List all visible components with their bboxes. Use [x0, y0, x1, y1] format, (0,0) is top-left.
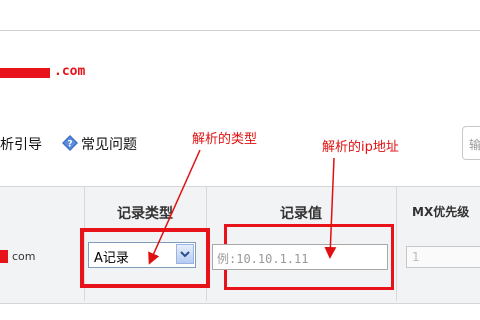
annotation-ip-address: 解析的ip地址 [322, 140, 399, 155]
search-input[interactable]: 输 [462, 126, 480, 160]
svg-text:?: ? [67, 140, 72, 150]
redacted-domain-name [0, 68, 50, 78]
top-divider [0, 30, 480, 31]
chevron-down-icon[interactable] [176, 244, 194, 264]
chevron-down-icon [180, 251, 190, 258]
mx-priority-input[interactable]: 1 [406, 246, 480, 268]
column-header-record-value: 记录值 [280, 206, 322, 222]
column-header-record-type: 记录类型 [117, 206, 173, 222]
question-diamond-icon[interactable]: ? [62, 135, 78, 151]
record-value-input[interactable]: 例:10.10.1.11 [212, 244, 388, 270]
faq-link[interactable]: 常见问题 [81, 134, 137, 154]
resolution-guide-link[interactable]: 析引导 [0, 134, 42, 154]
domain-suffix: .com [54, 64, 86, 79]
annotation-record-type: 解析的类型 [192, 132, 258, 147]
host-suffix: com [12, 250, 36, 263]
column-divider [396, 187, 397, 301]
redacted-host-name [0, 250, 8, 263]
column-header-mx-priority: MX优先级 [412, 205, 470, 219]
